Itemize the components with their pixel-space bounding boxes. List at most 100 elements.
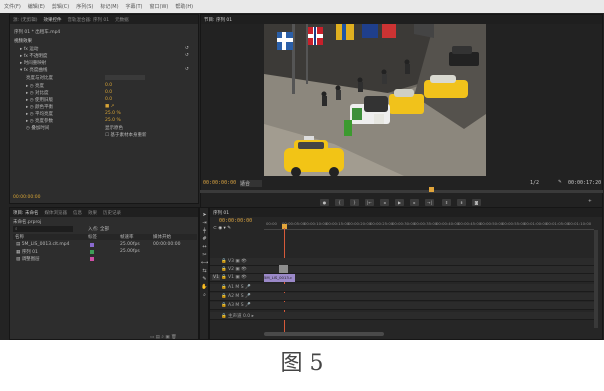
tab-project[interactable]: 项目: 未命名: [13, 210, 38, 216]
tab-effects[interactable]: 效果: [88, 210, 97, 216]
effect-luma-curve[interactable]: ▾ fx 亮度曲线: [20, 67, 47, 73]
snap-icon[interactable]: ⊂ ◉ ▾ ✎: [213, 226, 231, 231]
label-swatch: [90, 257, 94, 261]
tab-source[interactable]: 源: (无剪辑): [13, 17, 37, 23]
param-value[interactable]: 0.0: [105, 90, 112, 95]
timeline-scrollbar[interactable]: [264, 332, 384, 336]
project-item[interactable]: ▤ 5M_LIS_0013.clt.mp4: [16, 242, 70, 247]
slide-tool-icon[interactable]: ⇆: [201, 268, 208, 274]
playhead-icon[interactable]: [429, 187, 434, 192]
tab-sequence[interactable]: 序列 01: [213, 210, 229, 216]
effect-motion[interactable]: ▸ fx 运动: [20, 46, 38, 52]
param-value[interactable]: 0.0: [105, 83, 112, 88]
menu-help[interactable]: 帮助(H): [175, 3, 193, 10]
track-label: 🔒 A2 M S 🎤: [221, 294, 251, 299]
track-v2[interactable]: [210, 266, 594, 274]
program-video-frame: [264, 24, 486, 176]
mark-in-button[interactable]: {: [335, 199, 344, 206]
new-item-icon[interactable]: ▭ ▤ ⌕ ▣ 🗑: [150, 334, 177, 340]
track-master[interactable]: [210, 312, 594, 320]
project-item[interactable]: ▦ 序列 01: [16, 249, 38, 255]
program-scrub-bar[interactable]: [200, 190, 603, 193]
ruler-tick: 00:00:30:00: [392, 221, 416, 226]
tab-metadata[interactable]: 元数据: [115, 17, 129, 23]
go-to-in-button[interactable]: |←: [365, 199, 374, 206]
wrench-icon[interactable]: ✎: [558, 180, 562, 185]
zoom-tool-icon[interactable]: ⌕: [201, 292, 208, 298]
rolling-edit-tool-icon[interactable]: #: [201, 236, 208, 242]
resolution-dropdown[interactable]: 1/2: [530, 180, 539, 186]
add-button-icon[interactable]: +: [588, 199, 592, 204]
menu-marker[interactable]: 标记(M): [100, 3, 118, 10]
track-select-tool-icon[interactable]: ⇥: [201, 220, 208, 226]
figure-caption: 图 5: [280, 351, 324, 376]
project-item[interactable]: ▧ 调整图层: [16, 256, 40, 262]
marker-button[interactable]: ●: [320, 199, 329, 206]
fit-dropdown[interactable]: 适合: [240, 180, 262, 187]
track-a2[interactable]: [210, 293, 594, 301]
reset-icon[interactable]: ↺: [185, 53, 189, 58]
reset-icon[interactable]: ↺: [185, 46, 189, 51]
project-file-name: 未命名.prproj: [13, 220, 42, 225]
tab-media-browser[interactable]: 媒体浏览器: [44, 210, 67, 216]
tab-audio-mixer[interactable]: 音轨混合器: 序列 01: [67, 17, 109, 23]
param-dropdown[interactable]: 显示原色: [105, 125, 123, 131]
track-a1[interactable]: [210, 284, 594, 292]
filter-dropdown[interactable]: 入点: 全部: [88, 226, 109, 232]
pen-tool-icon[interactable]: ✎: [201, 276, 208, 282]
adjustment-clip[interactable]: [279, 265, 288, 273]
track-a3[interactable]: [210, 302, 594, 310]
search-input[interactable]: [13, 226, 73, 232]
ripple-edit-tool-icon[interactable]: ╪: [201, 228, 208, 234]
tab-info[interactable]: 信息: [73, 210, 82, 216]
param-checkbox[interactable]: ☐ 基于素材本身重新: [105, 132, 146, 138]
tab-history[interactable]: 历史记录: [103, 210, 121, 216]
effect-time-remap[interactable]: ▸ 时间重映射: [20, 60, 46, 66]
reset-icon[interactable]: ↺: [185, 67, 189, 72]
source-patch-v1[interactable]: V1: [212, 275, 220, 280]
column-media-start[interactable]: 媒体开始: [153, 234, 171, 240]
lift-button[interactable]: ⇞: [442, 199, 451, 206]
project-tabs: 项目: 未命名 媒体浏览器 信息 效果 历史记录: [10, 208, 198, 217]
export-frame-button[interactable]: ◙: [472, 199, 481, 206]
effect-dropdown[interactable]: [105, 75, 145, 80]
label-swatch: [90, 250, 94, 254]
rate-stretch-tool-icon[interactable]: ↔: [201, 244, 208, 250]
menu-edit[interactable]: 编辑(E): [28, 3, 45, 10]
ruler-tick: 00:00:35:00: [414, 221, 438, 226]
param-value[interactable]: 25.0 %: [105, 118, 121, 123]
menu-title[interactable]: 字幕(T): [126, 3, 143, 10]
track-label: 🔒 V3 ▣ 👁: [221, 259, 247, 264]
ruler-tick: 00:00:40:00: [436, 221, 460, 226]
hand-tool-icon[interactable]: ✋: [201, 284, 208, 290]
tab-program[interactable]: 节目: 序列 01: [204, 17, 232, 23]
tab-effect-controls[interactable]: 效果控件: [43, 17, 61, 23]
mark-out-button[interactable]: }: [350, 199, 359, 206]
menu-clip[interactable]: 剪辑(C): [52, 3, 69, 10]
ruler-tick: 00:00:10:00: [304, 221, 328, 226]
step-back-button[interactable]: ◂: [380, 199, 389, 206]
column-label[interactable]: 标签: [88, 234, 97, 240]
extract-button[interactable]: ⇟: [457, 199, 466, 206]
timeline-ruler[interactable]: 00:00 00:00:05:00 00:00:10:00 00:00:15:0…: [264, 218, 594, 230]
track-v3[interactable]: [210, 258, 594, 266]
timeline-timecode[interactable]: 00:00:00:00: [219, 218, 252, 224]
effect-opacity[interactable]: ▸ fx 不透明度: [20, 53, 47, 59]
menu-file[interactable]: 文件(F): [4, 3, 21, 10]
param-value[interactable]: ■ ↗: [105, 104, 114, 109]
menu-window[interactable]: 窗口(W): [150, 3, 169, 10]
step-forward-button[interactable]: ▸: [410, 199, 419, 206]
play-button[interactable]: ▶: [395, 199, 404, 206]
video-clip[interactable]: 5M_LIS_0013.c: [264, 274, 295, 282]
slip-tool-icon[interactable]: ⟷: [201, 260, 208, 266]
menu-bar: 文件(F) 编辑(E) 剪辑(C) 序列(S) 标记(M) 字幕(T) 窗口(W…: [0, 0, 604, 13]
go-to-out-button[interactable]: →|: [425, 199, 434, 206]
selection-tool-icon[interactable]: ➤: [201, 212, 208, 218]
column-frame-rate[interactable]: 帧速率: [120, 234, 134, 240]
param-value[interactable]: 25.0 %: [105, 111, 121, 116]
param-value[interactable]: 0.0: [105, 97, 112, 102]
program-timecode-left[interactable]: 00:00:00:00: [203, 180, 236, 186]
menu-sequence[interactable]: 序列(S): [76, 3, 93, 10]
razor-tool-icon[interactable]: ✂: [201, 252, 208, 258]
column-name[interactable]: 名称: [15, 234, 24, 240]
